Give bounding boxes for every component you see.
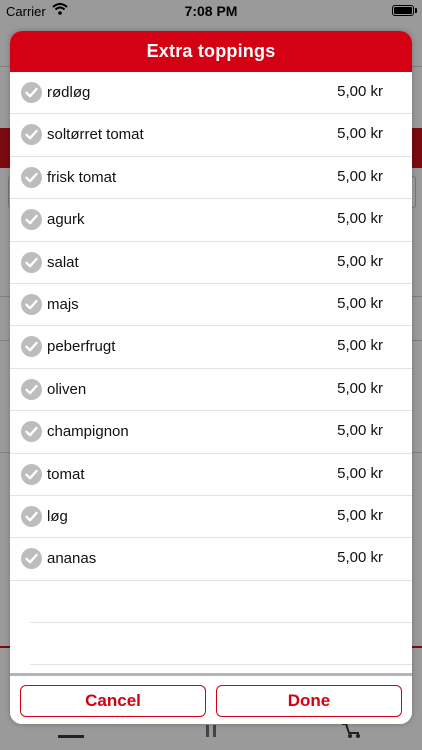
topping-name: tomat bbox=[47, 465, 85, 483]
topping-name: majs bbox=[47, 295, 79, 313]
topping-row[interactable]: frisk tomat 5,00 kr bbox=[10, 157, 412, 200]
topping-price: 5,00 kr bbox=[337, 337, 383, 355]
checkmark-circle-icon[interactable] bbox=[21, 82, 42, 103]
done-button[interactable]: Done bbox=[216, 685, 402, 717]
topping-price: 5,00 kr bbox=[337, 294, 383, 312]
topping-row[interactable]: løg 5,00 kr bbox=[10, 496, 412, 539]
checkmark-circle-icon[interactable] bbox=[21, 251, 42, 273]
topping-price: 5,00 kr bbox=[337, 549, 383, 567]
toppings-modal: Extra toppings rødløg 5,00 kr soltørret to… bbox=[10, 31, 412, 724]
checkmark-circle-icon[interactable] bbox=[21, 124, 42, 146]
topping-name: peberfrugt bbox=[47, 338, 116, 356]
topping-price: 5,00 kr bbox=[337, 167, 383, 185]
checkmark-circle-icon[interactable] bbox=[21, 166, 42, 188]
checkmark-circle-icon[interactable] bbox=[21, 505, 42, 527]
topping-price: 5,00 kr bbox=[337, 506, 383, 524]
topping-name: oliven bbox=[47, 380, 87, 398]
topping-price: 5,00 kr bbox=[337, 83, 383, 100]
topping-name: soltørret tomat bbox=[47, 126, 144, 144]
topping-row[interactable]: salat 5,00 kr bbox=[10, 242, 412, 284]
battery-icon bbox=[392, 5, 414, 16]
empty-row bbox=[30, 623, 412, 666]
topping-row[interactable]: champignon 5,00 kr bbox=[10, 411, 412, 454]
cancel-button[interactable]: Cancel bbox=[20, 685, 206, 717]
topping-price: 5,00 kr bbox=[337, 125, 383, 143]
checkmark-circle-icon[interactable] bbox=[21, 378, 42, 400]
list-scroll-separator bbox=[10, 673, 412, 676]
checkmark-circle-icon[interactable] bbox=[21, 463, 42, 485]
topping-name: salat bbox=[47, 253, 79, 271]
topping-price: 5,00 kr bbox=[337, 252, 383, 270]
topping-row[interactable]: oliven 5,00 kr bbox=[10, 369, 412, 412]
checkmark-circle-icon[interactable] bbox=[21, 209, 42, 231]
battery-level bbox=[394, 7, 412, 14]
topping-row[interactable]: agurk 5,00 kr bbox=[10, 199, 412, 242]
topping-row[interactable]: tomat 5,00 kr bbox=[10, 454, 412, 496]
topping-name: rødløg bbox=[47, 84, 91, 101]
modal-title: Extra toppings bbox=[10, 31, 412, 72]
checkmark-circle-icon[interactable] bbox=[21, 548, 42, 570]
pause-icon bbox=[205, 724, 217, 740]
empty-row bbox=[30, 581, 412, 624]
battery-tip bbox=[415, 8, 417, 13]
topping-price: 5,00 kr bbox=[337, 464, 383, 482]
checkmark-circle-icon[interactable] bbox=[21, 421, 42, 443]
topping-name: champignon bbox=[47, 423, 129, 441]
cart-icon bbox=[341, 722, 363, 741]
status-bar: Carrier 7:08 PM bbox=[0, 0, 422, 22]
topping-row[interactable]: rødløg 5,00 kr bbox=[10, 72, 412, 115]
topping-name: agurk bbox=[47, 211, 85, 229]
topping-price: 5,00 kr bbox=[337, 379, 383, 397]
topping-row[interactable]: majs 5,00 kr bbox=[10, 284, 412, 327]
topping-row[interactable]: ananas 5,00 kr bbox=[10, 538, 412, 581]
topping-name: løg bbox=[47, 507, 68, 525]
topping-row[interactable]: soltørret tomat 5,00 kr bbox=[10, 114, 412, 157]
checkmark-circle-icon[interactable] bbox=[21, 336, 42, 358]
topping-price: 5,00 kr bbox=[337, 210, 383, 228]
menu-lines-icon bbox=[58, 728, 84, 744]
status-time: 7:08 PM bbox=[184, 3, 238, 19]
topping-row[interactable]: peberfrugt 5,00 kr bbox=[10, 326, 412, 369]
topping-name: frisk tomat bbox=[47, 168, 117, 186]
checkmark-circle-icon[interactable] bbox=[21, 293, 42, 315]
modal-footer: Cancel Done bbox=[10, 677, 412, 724]
toppings-list[interactable]: rødløg 5,00 kr soltørret tomat 5,00 kr frisk… bbox=[10, 72, 412, 702]
topping-price: 5,00 kr bbox=[337, 422, 383, 440]
topping-name: ananas bbox=[47, 550, 97, 568]
